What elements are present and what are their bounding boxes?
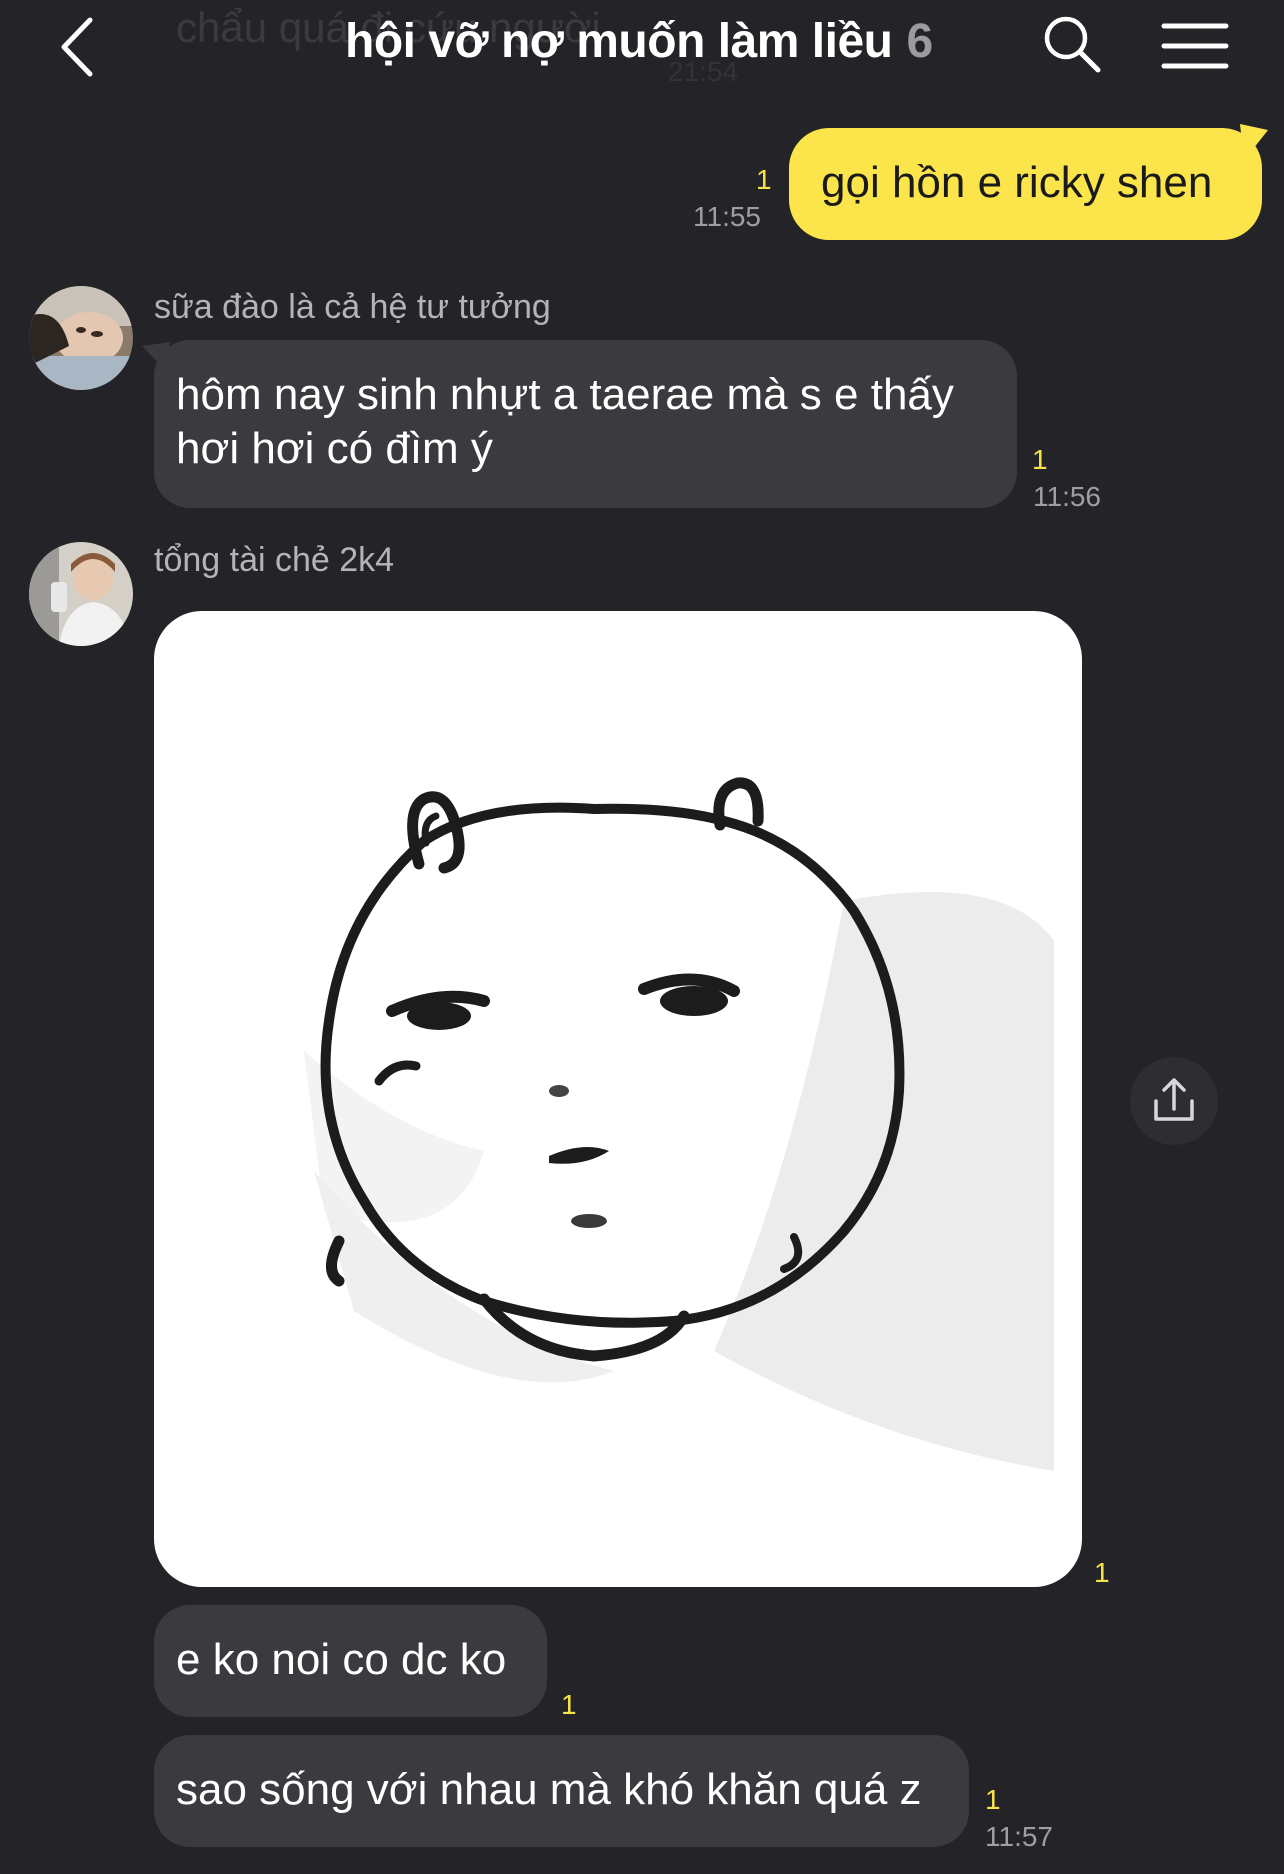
unread-count: 1 — [561, 1689, 577, 1720]
incoming-message-bubble[interactable]: sao sống với nhau mà khó khăn quá z — [154, 1735, 969, 1847]
sticker-image[interactable] — [154, 611, 1082, 1587]
unread-count: 1 — [756, 164, 772, 195]
avatar-photo — [29, 542, 133, 646]
share-upload-icon — [1154, 1078, 1194, 1121]
message-text-line: hôm nay sinh nhựt a taerae mà s e thấy — [176, 370, 954, 419]
chevron-left-icon — [61, 17, 93, 77]
message-time: 11:56 — [1033, 481, 1101, 512]
hamburger-menu-icon — [1161, 23, 1229, 69]
avatar[interactable] — [29, 286, 133, 390]
unread-count: 1 — [985, 1784, 1001, 1815]
avatar[interactable] — [29, 542, 133, 646]
message-text: gọi hồn e ricky shen — [821, 158, 1213, 207]
chat-header: chẩu quá đi cứu người 21:54 hội vỡ nợ mu… — [0, 0, 1284, 96]
back-button[interactable] — [48, 12, 112, 82]
sender-name: tổng tài chẻ 2k4 — [154, 541, 395, 579]
message-time: 11:57 — [985, 1821, 1053, 1852]
menu-button[interactable] — [1160, 16, 1230, 76]
doodle-bear-face-sticker — [304, 777, 1054, 1471]
member-count: 6 — [906, 15, 933, 68]
search-button[interactable] — [1040, 12, 1104, 76]
incoming-message-bubble[interactable]: hôm nay sinh nhựt a taerae mà s e thấy h… — [154, 340, 1017, 508]
avatar-photo — [29, 286, 133, 390]
search-icon — [1044, 16, 1101, 73]
chat-title-text: hội vỡ nợ muốn làm liều — [345, 15, 893, 68]
outgoing-message-bubble[interactable]: gọi hồn e ricky shen — [789, 128, 1262, 240]
sender-name: sữa đào là cả hệ tư tưởng — [154, 288, 551, 326]
message-text-line: hơi hơi có đìm ý — [176, 424, 493, 473]
message-text: sao sống với nhau mà khó khăn quá z — [176, 1765, 922, 1814]
unread-count: 1 — [1094, 1557, 1110, 1588]
chat-title: hội vỡ nợ muốn làm liều 6 — [345, 14, 933, 69]
unread-count: 1 — [1032, 444, 1048, 475]
incoming-message-bubble[interactable]: e ko noi co dc ko — [154, 1605, 547, 1717]
share-button[interactable] — [1130, 1057, 1218, 1145]
message-time: 11:55 — [693, 201, 761, 232]
message-text: e ko noi co dc ko — [176, 1635, 507, 1684]
